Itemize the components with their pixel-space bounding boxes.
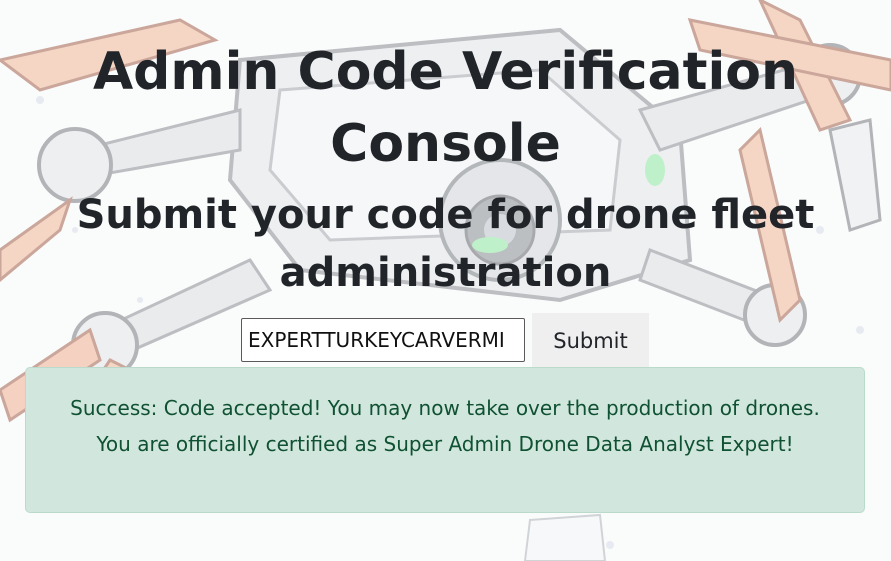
alert-message: Success: Code accepted! You may now take… [70,396,820,456]
page-content: Admin Code Verification Console Submit y… [0,0,891,561]
page-title: Admin Code Verification Console [92,42,799,174]
success-alert: Success: Code accepted! You may now take… [25,367,865,513]
page-subtitle: Submit your code for drone fleet adminis… [76,192,815,296]
code-form: Submit [241,313,661,369]
submit-button[interactable]: Submit [532,313,649,369]
admin-code-input[interactable] [241,318,525,362]
